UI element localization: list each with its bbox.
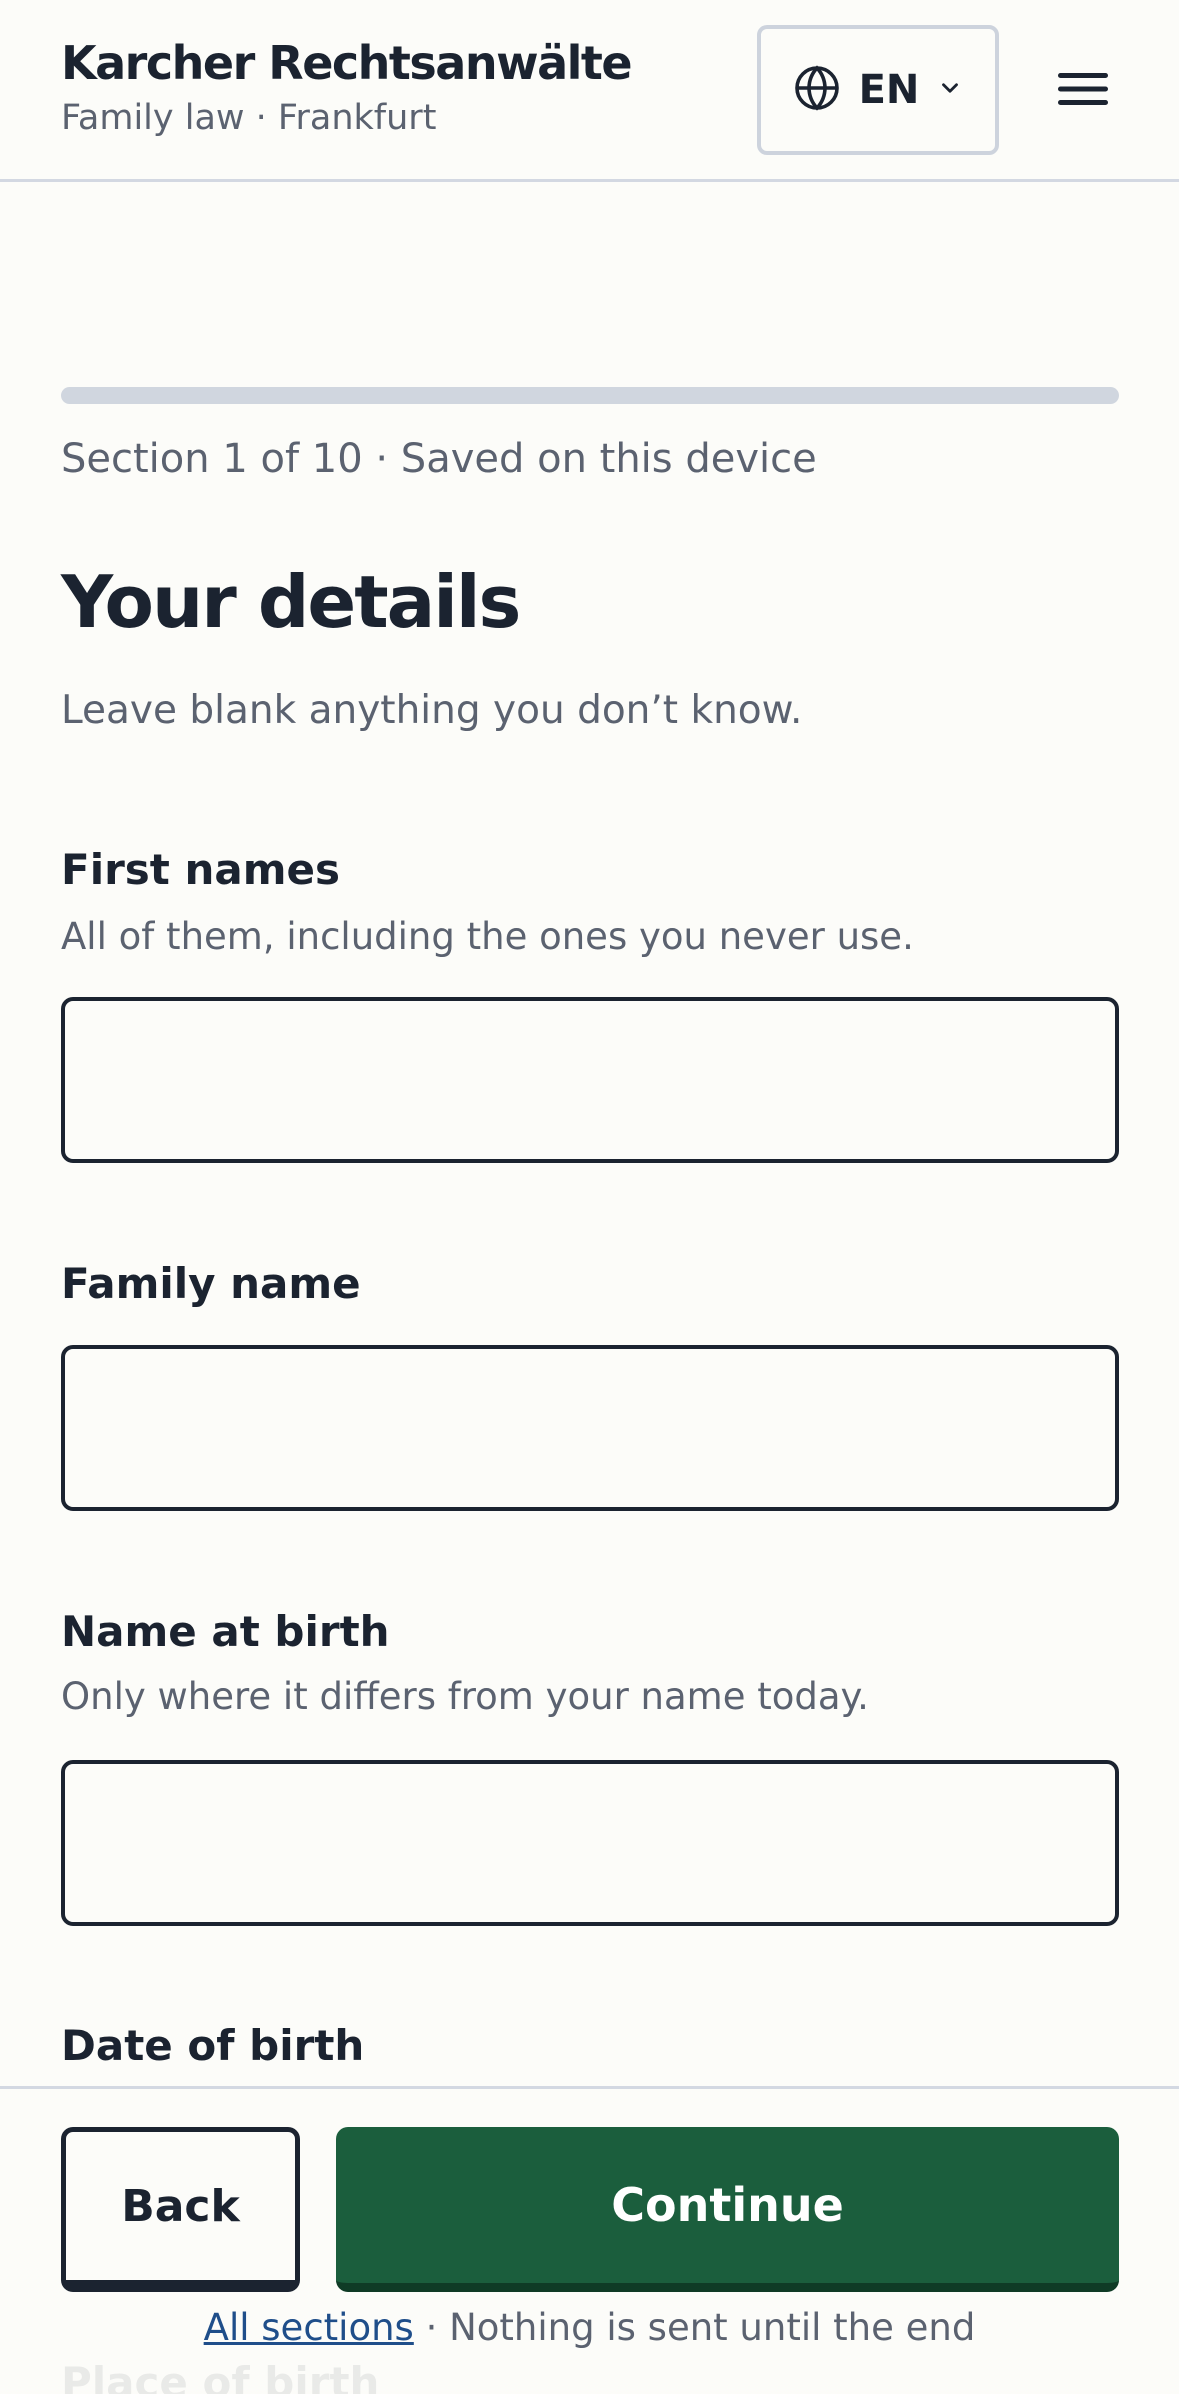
- brand-name: Karcher Rechtsanwälte: [61, 36, 633, 90]
- family-name-label: Family name: [61, 1259, 361, 1308]
- language-label: EN: [858, 67, 920, 113]
- date-of-birth-label: Date of birth: [61, 2021, 365, 2070]
- back-button[interactable]: Back: [61, 2127, 300, 2292]
- continue-button[interactable]: Continue: [336, 2127, 1119, 2292]
- first-names-label: First names: [61, 845, 340, 894]
- family-name-input[interactable]: [61, 1345, 1119, 1511]
- first-names-hint: All of them, including the ones you neve…: [61, 915, 914, 958]
- site-header: Karcher Rechtsanwälte Family law · Frank…: [0, 0, 1179, 182]
- progress-status: Section 1 of 10 · Saved on this device: [61, 436, 817, 482]
- first-names-input[interactable]: [61, 997, 1119, 1163]
- language-selector[interactable]: EN: [757, 25, 999, 155]
- footer-note-text: · Nothing is sent until the end: [413, 2306, 976, 2349]
- name-at-birth-input[interactable]: [61, 1760, 1119, 1926]
- name-at-birth-hint: Only where it differs from your name tod…: [61, 1675, 869, 1718]
- menu-button[interactable]: [1050, 58, 1116, 124]
- page-title: Your details: [61, 560, 521, 644]
- footer-note: All sections · Nothing is sent until the…: [0, 2306, 1179, 2349]
- chevron-down-icon: [937, 75, 963, 105]
- globe-icon: [793, 64, 841, 116]
- page-intro: Leave blank anything you don’t know.: [61, 688, 803, 733]
- place-of-birth-label: Place of birth: [61, 2358, 380, 2394]
- all-sections-link[interactable]: All sections: [204, 2306, 414, 2349]
- hamburger-menu-icon: [1056, 69, 1110, 113]
- progress-bar: [61, 387, 1119, 404]
- name-at-birth-label: Name at birth: [61, 1607, 390, 1656]
- brand-subtitle: Family law · Frankfurt: [61, 98, 437, 138]
